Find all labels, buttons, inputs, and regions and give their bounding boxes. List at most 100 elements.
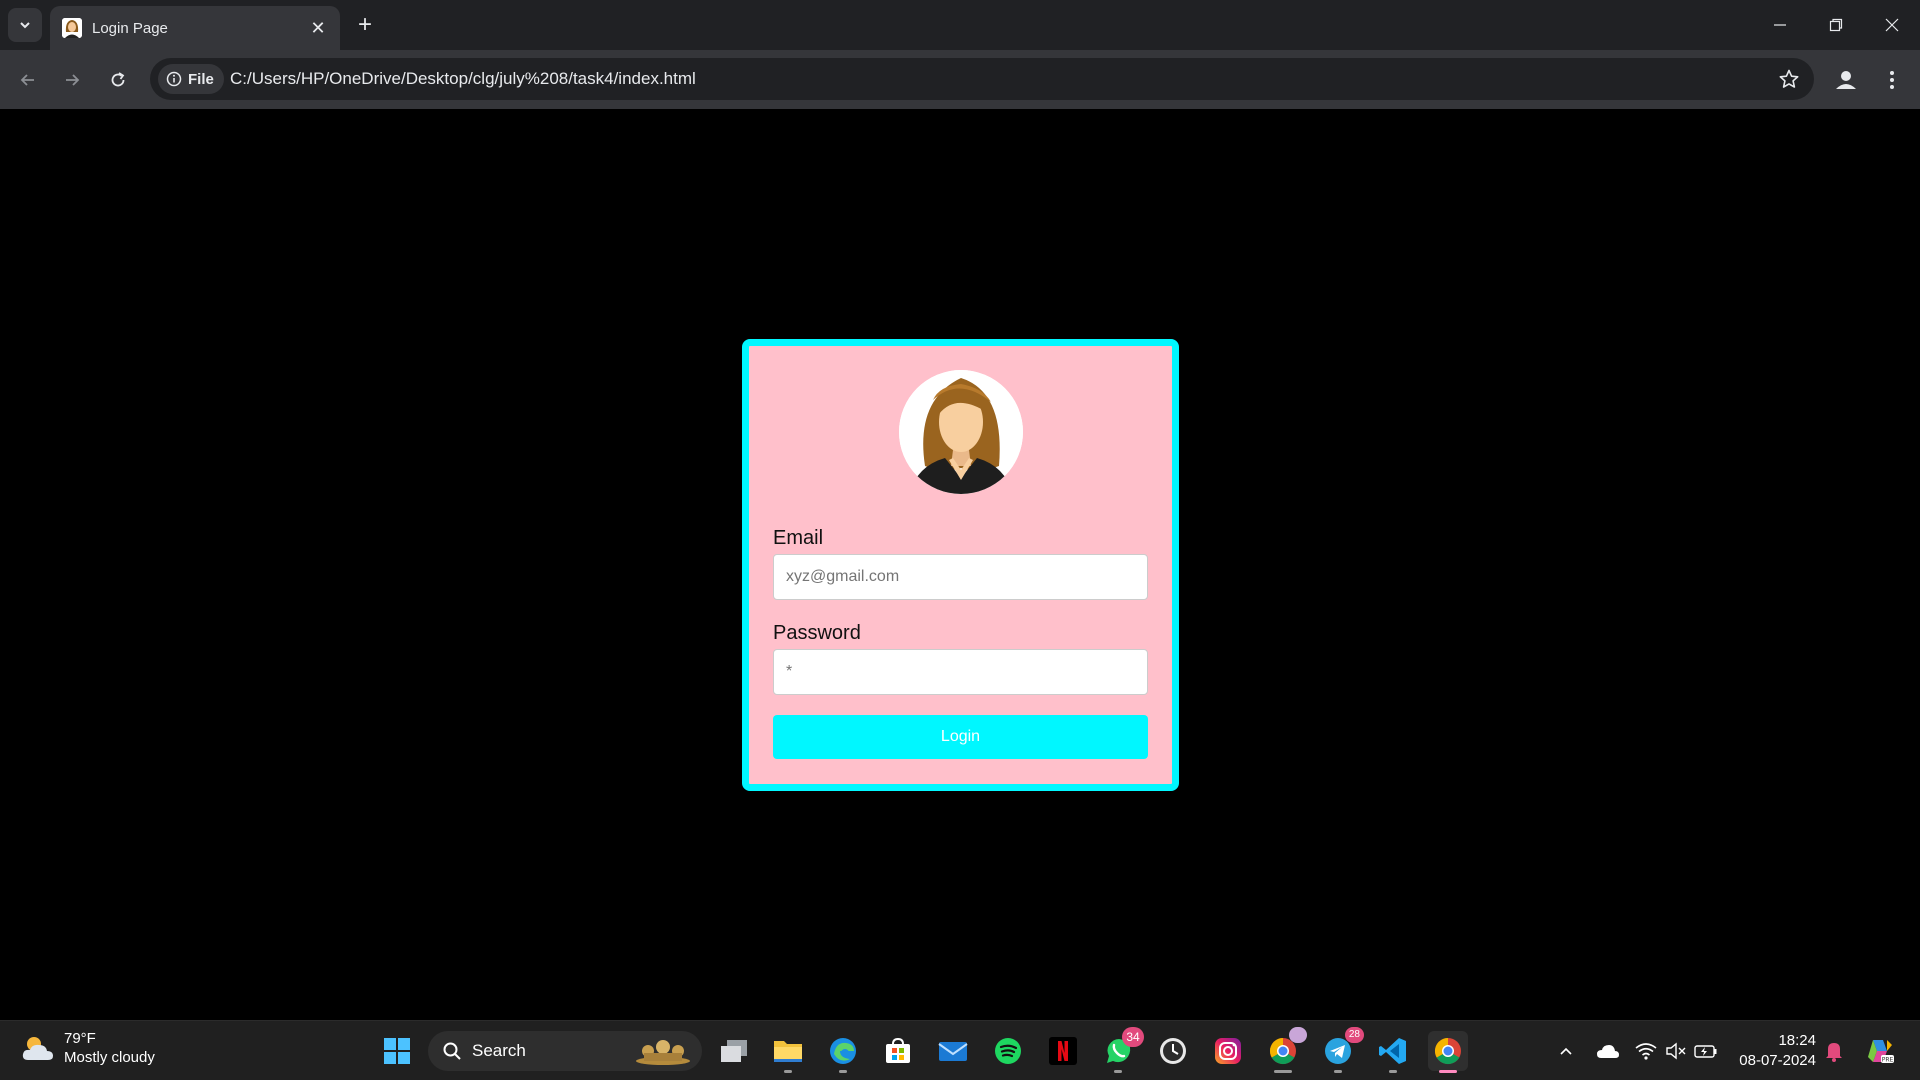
info-icon xyxy=(166,71,182,87)
woman-avatar-icon xyxy=(899,370,1023,494)
search-icon xyxy=(443,1042,461,1060)
onedrive-button[interactable] xyxy=(1590,1031,1626,1071)
tab-search-button[interactable] xyxy=(8,8,42,42)
chrome-profile-button[interactable] xyxy=(1263,1027,1307,1073)
battery-button[interactable] xyxy=(1690,1031,1722,1071)
search-highlight-icon xyxy=(636,1040,690,1065)
edge-button[interactable] xyxy=(823,1031,863,1073)
telegram-notification-badge: 28 xyxy=(1344,1027,1364,1043)
reload-icon xyxy=(111,72,125,87)
weather-temperature: 79°F xyxy=(64,1030,96,1047)
url-text: C:/Users/HP/OneDrive/Desktop/clg/july%20… xyxy=(230,69,696,88)
profile-avatar-badge xyxy=(1289,1027,1307,1043)
file-explorer-button[interactable] xyxy=(768,1031,808,1073)
new-tab-button[interactable]: + xyxy=(352,12,378,38)
mail-icon xyxy=(938,1042,968,1061)
microsoft-store-button[interactable] xyxy=(878,1031,918,1071)
cloud-icon xyxy=(1597,1045,1619,1058)
tab-login-page[interactable]: Login Page ✕ xyxy=(50,6,340,50)
chrome-icon xyxy=(1434,1037,1461,1065)
close-icon xyxy=(1885,18,1899,32)
bookmark-button[interactable] xyxy=(1778,68,1800,90)
weather-description: Mostly cloudy xyxy=(64,1049,155,1066)
restore-button[interactable] xyxy=(1808,0,1864,50)
arrow-left-icon xyxy=(20,74,34,86)
tab-strip: Login Page ✕ + xyxy=(0,0,1920,50)
taskbar: 79°F Mostly cloudy Search 34 28 18:24 08… xyxy=(0,1020,1920,1080)
task-view-icon xyxy=(721,1040,747,1062)
copilot-button[interactable]: PRE xyxy=(1860,1031,1900,1071)
browser-menu-button[interactable] xyxy=(1882,66,1902,94)
profile-button[interactable] xyxy=(1832,66,1860,94)
clock-date: 08-07-2024 xyxy=(1739,1052,1816,1069)
copilot-icon: PRE xyxy=(1868,1040,1894,1064)
arrow-right-icon xyxy=(66,74,80,86)
weather-widget[interactable]: 79°F Mostly cloudy xyxy=(20,1029,155,1067)
volume-button[interactable] xyxy=(1660,1031,1692,1071)
show-hidden-icons-button[interactable] xyxy=(1548,1031,1584,1071)
running-indicator xyxy=(1389,1070,1397,1073)
running-indicator xyxy=(1114,1070,1122,1073)
forward-button[interactable] xyxy=(56,64,88,96)
clock-time: 18:24 xyxy=(1778,1032,1816,1049)
site-chip-label: File xyxy=(188,70,214,88)
minimize-icon xyxy=(1774,24,1786,26)
instagram-icon xyxy=(1215,1038,1241,1064)
restore-icon xyxy=(1829,18,1843,32)
svg-text:PRE: PRE xyxy=(1882,1057,1894,1064)
battery-charging-icon xyxy=(1694,1045,1717,1058)
user-avatar xyxy=(899,370,1023,494)
instagram-button[interactable] xyxy=(1208,1031,1248,1071)
browser-toolbar: File C:/Users/HP/OneDrive/Desktop/clg/ju… xyxy=(0,50,1920,109)
email-field[interactable] xyxy=(773,554,1148,600)
task-view-button[interactable] xyxy=(714,1031,754,1071)
reload-button[interactable] xyxy=(102,64,134,96)
password-label: Password xyxy=(773,622,861,644)
running-indicator xyxy=(784,1070,792,1073)
store-icon xyxy=(886,1037,910,1063)
site-info-chip[interactable]: File xyxy=(158,64,224,94)
netflix-button[interactable] xyxy=(1043,1031,1083,1071)
spotify-button[interactable] xyxy=(988,1031,1028,1071)
netflix-icon xyxy=(1049,1037,1077,1065)
clock-icon xyxy=(1160,1038,1186,1064)
running-indicator xyxy=(1334,1070,1342,1073)
window-controls xyxy=(1752,0,1920,50)
taskbar-search-box[interactable]: Search xyxy=(428,1031,702,1071)
bell-icon xyxy=(1826,1043,1842,1062)
folder-icon xyxy=(774,1041,802,1062)
start-button[interactable] xyxy=(377,1031,417,1071)
address-bar[interactable]: File C:/Users/HP/OneDrive/Desktop/clg/ju… xyxy=(150,58,1814,100)
clock-app-button[interactable] xyxy=(1153,1031,1193,1071)
back-button[interactable] xyxy=(12,64,44,96)
taskbar-search-label: Search xyxy=(472,1041,526,1060)
mail-button[interactable] xyxy=(933,1031,973,1071)
active-indicator xyxy=(1439,1070,1457,1073)
chevron-down-icon xyxy=(20,22,30,29)
page-viewport: Email Password Login xyxy=(0,109,1920,1020)
close-window-button[interactable] xyxy=(1864,0,1920,50)
whatsapp-button[interactable]: 34 xyxy=(1098,1027,1144,1073)
wifi-icon xyxy=(1635,1043,1657,1060)
wifi-button[interactable] xyxy=(1630,1031,1662,1071)
partly-cloudy-icon xyxy=(22,1037,53,1060)
minimize-button[interactable] xyxy=(1752,0,1808,50)
tab-title: Login Page xyxy=(92,19,168,37)
volume-muted-icon xyxy=(1666,1042,1686,1060)
email-label: Email xyxy=(773,527,824,549)
chrome-button[interactable] xyxy=(1428,1031,1468,1073)
edge-browser-icon xyxy=(830,1038,856,1064)
woman-avatar-favicon-icon xyxy=(62,18,82,38)
password-field[interactable] xyxy=(773,649,1148,695)
profile-icon xyxy=(1836,71,1856,89)
vscode-button[interactable] xyxy=(1373,1031,1413,1073)
login-card: Email Password Login xyxy=(742,339,1179,791)
chevron-up-icon xyxy=(1560,1047,1572,1055)
close-tab-icon[interactable]: ✕ xyxy=(308,18,328,39)
login-button[interactable]: Login xyxy=(773,715,1148,759)
telegram-button[interactable]: 28 xyxy=(1318,1027,1364,1073)
vscode-icon xyxy=(1379,1038,1406,1064)
star-icon xyxy=(1779,69,1799,88)
notifications-button[interactable] xyxy=(1816,1031,1852,1071)
system-clock[interactable]: 18:24 08-07-2024 xyxy=(1736,1031,1816,1071)
